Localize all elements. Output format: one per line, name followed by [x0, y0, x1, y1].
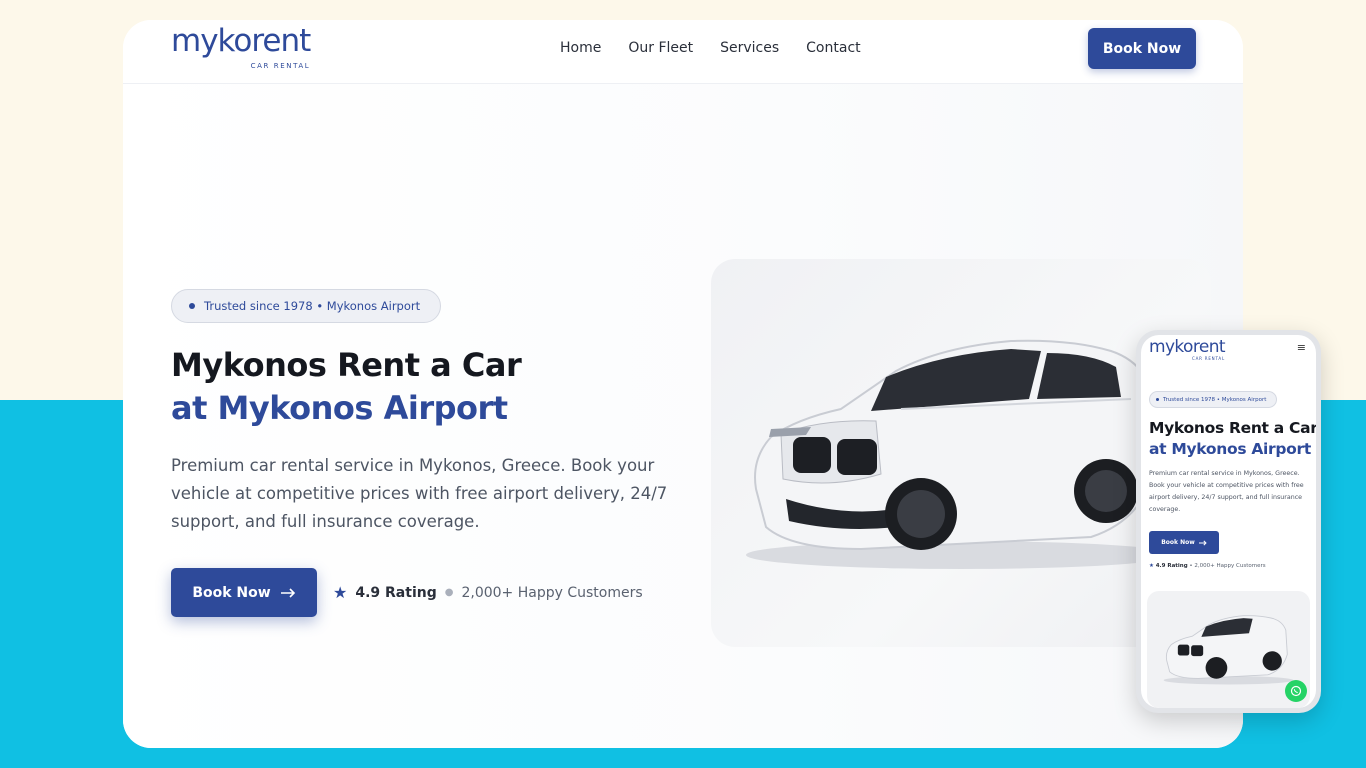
hero-book-now-label: Book Now	[192, 584, 271, 601]
mobile-hero-title: Mykonos Rent a Car	[1149, 419, 1316, 437]
customer-count: 2,000+ Happy Customers	[461, 584, 643, 601]
hero-title-highlight: at Mykonos Airport	[171, 389, 508, 427]
whatsapp-glyph-icon	[1290, 685, 1302, 697]
hamburger-icon[interactable]: ≡	[1297, 341, 1306, 354]
mobile-rating-value: 4.9 Rating	[1155, 563, 1188, 569]
badge-dot-icon	[189, 303, 195, 309]
brand-logo[interactable]: mykorent CAR RENTAL	[171, 23, 311, 70]
mobile-preview: mykorent CAR RENTAL ≡ Trusted since 1978…	[1136, 330, 1321, 713]
mobile-badge-dot-icon	[1156, 398, 1159, 401]
mobile-book-now-button[interactable]: Book Now	[1149, 531, 1219, 554]
trust-badge-text: Trusted since 1978 • Mykonos Airport	[204, 299, 421, 313]
nav-item-home[interactable]: Home	[560, 40, 601, 56]
hero-book-now-button[interactable]: Book Now	[171, 568, 317, 617]
nav-item-contact[interactable]: Contact	[806, 40, 860, 56]
trust-badge: Trusted since 1978 • Mykonos Airport	[171, 289, 441, 323]
mobile-book-now-label: Book Now	[1161, 539, 1195, 546]
mobile-hero-description: Premium car rental service in Mykonos, G…	[1149, 470, 1304, 513]
hero-title: Mykonos Rent a Car	[171, 346, 522, 384]
mobile-trust-badge: Trusted since 1978 • Mykonos Airport	[1149, 391, 1277, 408]
main-nav: Home Our Fleet Services Contact	[560, 40, 861, 56]
browser-frame: mykorent CAR RENTAL Home Our Fleet Servi…	[123, 20, 1243, 748]
arrow-right-icon	[280, 587, 295, 598]
mobile-trust-badge-text: Trusted since 1978 • Mykonos Airport	[1163, 396, 1267, 403]
mobile-rating-summary: ★ 4.9 Rating • 2,000+ Happy Customers	[1149, 563, 1266, 569]
mobile-arrow-right-icon	[1198, 539, 1207, 546]
rating-value: 4.9 Rating	[355, 584, 437, 601]
mobile-brand-tagline: CAR RENTAL	[1192, 356, 1225, 361]
hero-description: Premium car rental service in Mykonos, G…	[171, 456, 668, 531]
mobile-screen: mykorent CAR RENTAL ≡ Trusted since 1978…	[1141, 335, 1316, 708]
separator-dot: ●	[444, 587, 454, 598]
brand-name: mykorent	[171, 23, 311, 59]
brand-tagline: CAR RENTAL	[250, 62, 311, 70]
nav-item-our-fleet[interactable]: Our Fleet	[628, 40, 693, 56]
whatsapp-icon[interactable]	[1285, 680, 1307, 702]
star-icon: ★	[333, 583, 348, 602]
mobile-star-icon: ★	[1149, 563, 1154, 569]
mobile-brand-name: mykorent	[1149, 337, 1226, 357]
rating-summary: ★ 4.9 Rating ● 2,000+ Happy Customers	[333, 583, 643, 602]
navbar: mykorent CAR RENTAL Home Our Fleet Servi…	[123, 20, 1243, 84]
nav-book-now-button[interactable]: Book Now	[1088, 28, 1196, 69]
nav-item-services[interactable]: Services	[720, 40, 779, 56]
mobile-brand-logo[interactable]: mykorent CAR RENTAL	[1149, 337, 1226, 361]
mobile-customer-count: 2,000+ Happy Customers	[1194, 563, 1266, 569]
mobile-hero-title-highlight: at Mykonos Airport	[1149, 440, 1311, 458]
